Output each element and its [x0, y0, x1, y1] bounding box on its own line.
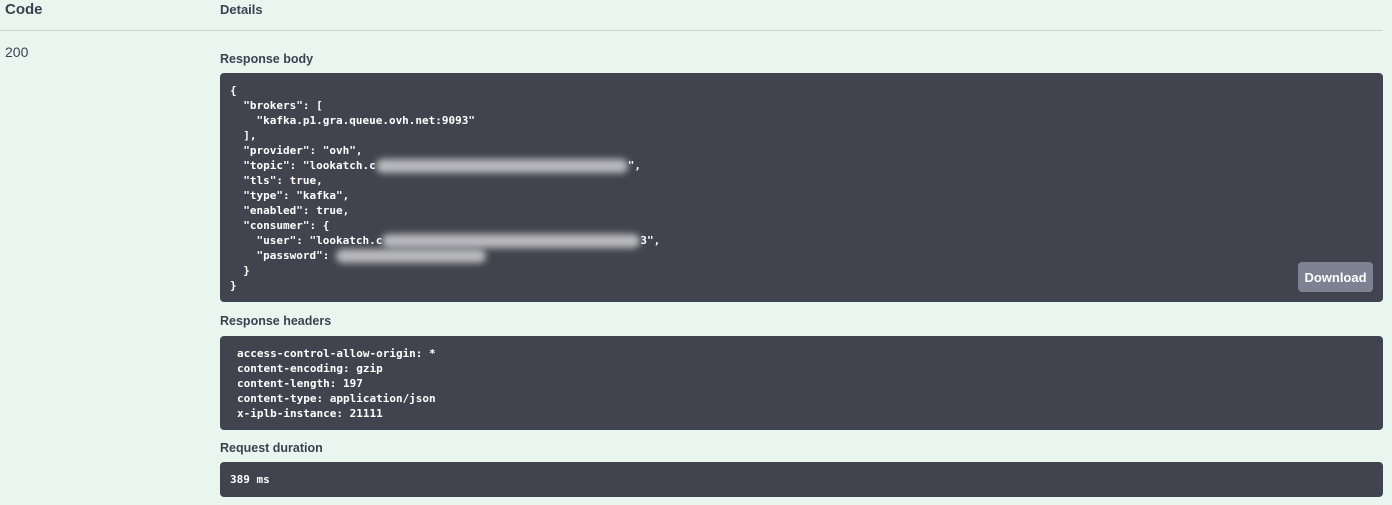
- details-column-header: Details: [220, 2, 263, 17]
- response-body-block[interactable]: { "brokers": [ "kafka.p1.gra.queue.ovh.n…: [220, 73, 1383, 302]
- request-duration-value: 389 ms: [230, 473, 270, 486]
- redacted-topic: [375, 159, 628, 173]
- response-headers-label: Response headers: [220, 314, 332, 328]
- request-duration-block: 389 ms: [220, 462, 1383, 497]
- response-status-code: 200: [5, 44, 29, 60]
- response-headers-block[interactable]: access-control-allow-origin: * content-e…: [220, 336, 1383, 430]
- redacted-user: [382, 234, 641, 248]
- download-button[interactable]: Download: [1298, 262, 1373, 292]
- response-body-code: { "brokers": [ "kafka.p1.gra.queue.ovh.n…: [230, 84, 661, 292]
- code-column-header: Code: [5, 1, 43, 18]
- response-headers-code: access-control-allow-origin: * content-e…: [237, 347, 436, 420]
- responses-table-header: Code Details: [0, 0, 1382, 31]
- response-body-label: Response body: [220, 52, 314, 66]
- request-duration-label: Request duration: [220, 441, 323, 455]
- redacted-password: [335, 249, 486, 263]
